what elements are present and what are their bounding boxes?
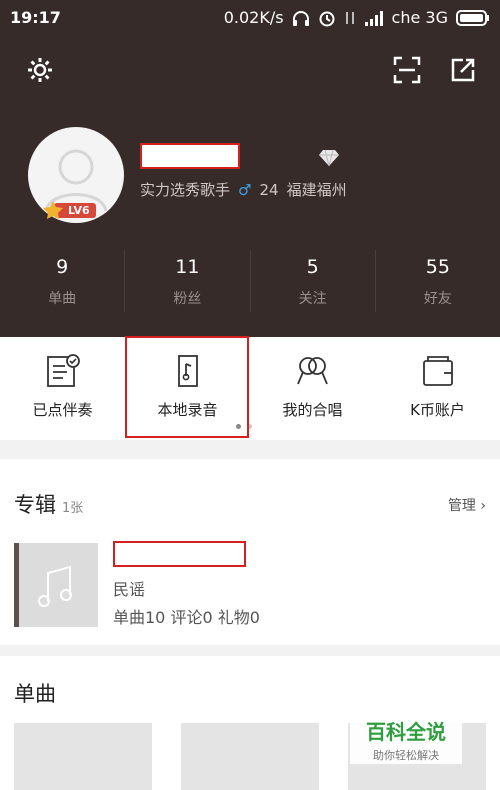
- carrier-label: che 3G: [391, 8, 448, 27]
- redacted-album-name: [113, 541, 246, 567]
- diamond-icon: [319, 149, 339, 167]
- status-time: 19:17: [10, 8, 61, 27]
- male-gender-icon: ♂: [238, 180, 252, 199]
- stat-label: 粉丝: [173, 291, 202, 307]
- signal-icon: [364, 10, 383, 26]
- wallet-icon: [422, 356, 453, 386]
- user-location: 福建福州: [286, 181, 347, 199]
- album-title: 专辑: [14, 493, 56, 517]
- status-bar: 19:17 0.02K/s che 3G: [0, 0, 500, 36]
- album-section: 专辑 1张 管理 › 民谣 单曲10 评论0 礼物0: [0, 459, 500, 645]
- manage-button[interactable]: 管理 ›: [448, 495, 486, 515]
- highlight-box: [125, 336, 249, 438]
- battery-icon: [456, 9, 489, 26]
- data-transfer-icon: [345, 11, 354, 24]
- user-info: 实力选秀歌手 ♂ 24 福建福州: [140, 179, 347, 200]
- watermark-title: 百科全说: [366, 720, 446, 744]
- music-note-icon: [38, 565, 72, 607]
- album-cover[interactable]: [14, 543, 98, 627]
- user-age: 24: [259, 180, 279, 199]
- stat-number: 11: [175, 256, 200, 278]
- accompaniment-list-icon: [46, 354, 80, 387]
- stat-friends[interactable]: 55 好友: [376, 250, 500, 312]
- stat-following[interactable]: 5 关注: [251, 250, 376, 312]
- user-title: 实力选秀歌手: [140, 181, 231, 199]
- singles-title: 单曲: [14, 682, 56, 706]
- quick-label: 已点伴奏: [32, 401, 93, 419]
- stat-label: 好友: [423, 291, 452, 307]
- manage-label: 管理: [447, 498, 476, 514]
- settings-gear-icon[interactable]: [26, 56, 54, 84]
- redacted-username: [140, 143, 240, 169]
- watermark: 百科全说 助你轻松解决: [350, 712, 462, 764]
- watermark-subtitle: 助你轻松解决: [373, 749, 439, 762]
- stat-number: 9: [56, 256, 69, 278]
- quick-accompaniment[interactable]: 已点伴奏: [0, 337, 125, 440]
- album-meta: 单曲10 评论0 礼物0: [113, 608, 260, 627]
- album-genre: 民谣: [113, 580, 146, 599]
- quick-label: 我的合唱: [282, 401, 343, 419]
- quick-my-chorus[interactable]: 我的合唱: [250, 337, 375, 440]
- stat-number: 55: [425, 256, 450, 278]
- stat-label: 关注: [298, 291, 327, 307]
- quick-label: K币账户: [410, 401, 465, 419]
- album-header: 专辑 1张: [14, 489, 83, 519]
- stat-singles[interactable]: 9 单曲: [0, 250, 126, 312]
- headphones-icon: [292, 10, 309, 26]
- profile-header: 19:17 0.02K/s che 3G LV6 实力选秀歌手 ♂ 24 福建福…: [0, 0, 500, 337]
- single-cover[interactable]: [14, 723, 152, 790]
- level-badge: LV6: [42, 200, 96, 220]
- share-icon[interactable]: [449, 56, 477, 84]
- single-cover[interactable]: [181, 723, 319, 790]
- network-speed: 0.02K/s: [223, 8, 284, 27]
- album-count: 1张: [62, 501, 84, 516]
- chorus-icon: [296, 357, 328, 385]
- crown-icon: [43, 201, 63, 219]
- quick-kcoin-account[interactable]: K币账户: [375, 337, 500, 440]
- stat-fans[interactable]: 11 粉丝: [125, 250, 251, 312]
- alarm-icon: [319, 11, 335, 26]
- scan-icon[interactable]: [393, 56, 421, 84]
- chevron-right-icon: ›: [480, 498, 486, 514]
- stat-number: 5: [306, 256, 319, 278]
- stat-label: 单曲: [48, 291, 77, 307]
- stats-row: 9 单曲 11 粉丝 5 关注 55 好友: [0, 250, 500, 312]
